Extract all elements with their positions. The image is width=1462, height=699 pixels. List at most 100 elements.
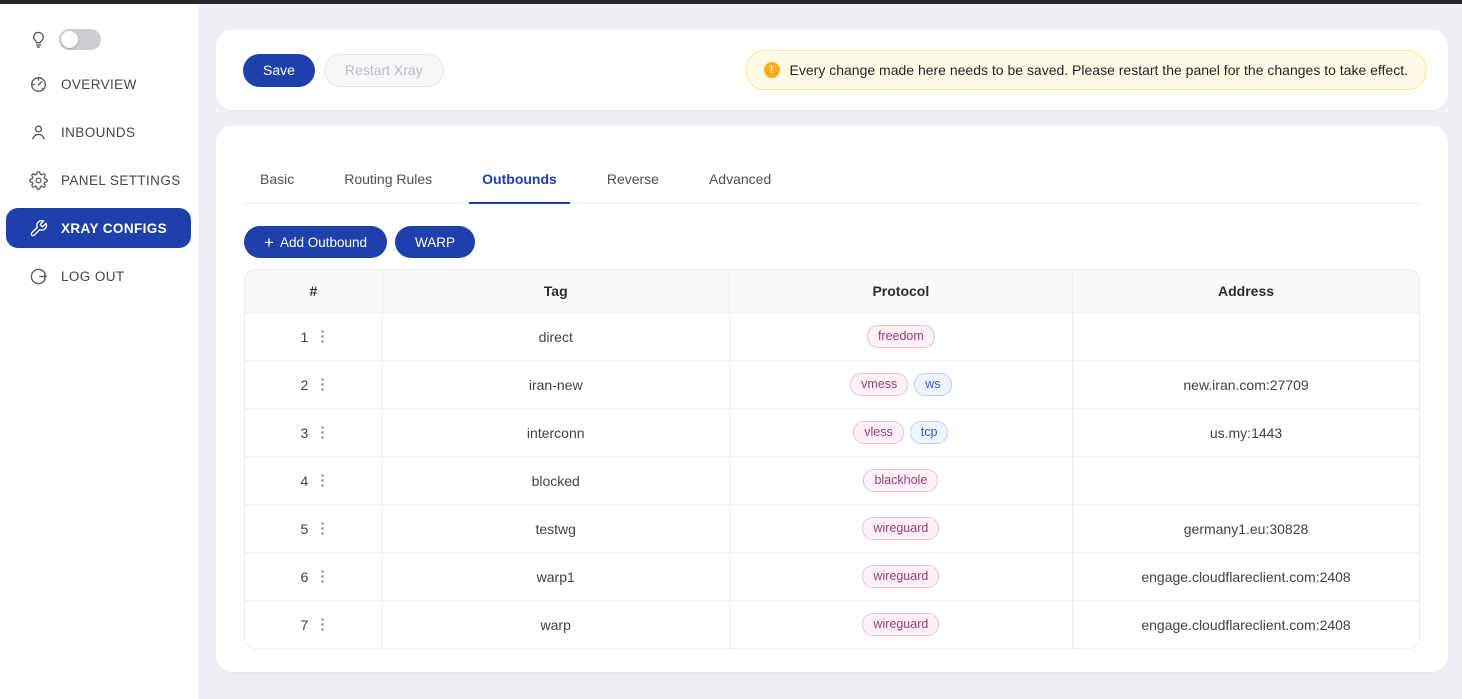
table-row: 7 warp wireguard engage.cloudflareclient.co… — [244, 601, 1420, 649]
logout-icon — [29, 267, 48, 286]
lightbulb-icon — [29, 30, 48, 49]
row-number-cell: 3 — [244, 409, 383, 457]
sidebar-item-inbounds[interactable]: INBOUNDS — [6, 112, 191, 152]
protocol-badge: vmess — [850, 373, 908, 396]
sidebar: OVERVIEW INBOUNDS PANEL SETTINGS XRAY CONFI… — [0, 0, 199, 699]
column-header-protocol: Protocol — [730, 269, 1073, 313]
tab-basic[interactable]: Basic — [247, 158, 307, 204]
actions-row: + Add Outbound WARP — [244, 226, 1420, 258]
drag-handle-icon[interactable] — [319, 568, 326, 585]
sidebar-item-label: OVERVIEW — [61, 77, 137, 92]
toggle-knob — [61, 31, 78, 48]
table-row: 6 warp1 wireguard engage.cloudflareclient.c… — [244, 553, 1420, 601]
row-number-cell: 1 — [244, 313, 383, 361]
config-card: Basic Routing Rules Outbounds Reverse Advanc… — [216, 126, 1448, 672]
screen: OVERVIEW INBOUNDS PANEL SETTINGS XRAY CONFI… — [0, 0, 1462, 699]
protocol-badge: vless — [853, 421, 903, 444]
protocol-cell: wireguard — [730, 505, 1073, 553]
row-number-cell: 2 — [244, 361, 383, 409]
wrench-icon — [29, 219, 48, 238]
column-header-tag: Tag — [383, 269, 730, 313]
warning-alert: ! Every change made here needs to be sav… — [746, 50, 1426, 90]
tag-cell: warp — [383, 601, 730, 649]
row-number-cell: 7 — [244, 601, 383, 649]
protocol-cell: freedom — [730, 313, 1073, 361]
address-cell: new.iran.com:27709 — [1073, 361, 1420, 409]
protocol-badge: blackhole — [863, 469, 938, 492]
alert-text: Every change made here needs to be saved… — [790, 62, 1408, 78]
protocol-cell: vless tcp — [730, 409, 1073, 457]
table-row: 3interconn vless tcp us.my:1443 — [244, 409, 1420, 457]
save-button[interactable]: Save — [243, 54, 315, 87]
warning-icon: ! — [764, 62, 780, 78]
protocol-badge: wireguard — [862, 517, 939, 540]
protocol-cell: wireguard — [730, 601, 1073, 649]
sidebar-item-label: XRAY CONFIGS — [61, 221, 167, 236]
protocol-badge: wireguard — [862, 565, 939, 588]
tag-cell: warp1 — [383, 553, 730, 601]
drag-handle-icon[interactable] — [319, 520, 326, 537]
user-icon — [29, 123, 48, 142]
warp-button[interactable]: WARP — [395, 226, 475, 258]
restart-xray-button[interactable]: Restart Xray — [324, 54, 444, 87]
table-row: 1 directfreedom — [244, 313, 1420, 361]
dark-mode-toggle[interactable] — [59, 29, 101, 50]
row-number: 1 — [300, 329, 308, 345]
dashboard-icon — [29, 75, 48, 94]
sidebar-item-xray-configs[interactable]: XRAY CONFIGS — [6, 208, 191, 248]
protocol-cell: vmessws — [730, 361, 1073, 409]
column-header-num: # — [244, 269, 383, 313]
protocol-cell: blackhole — [730, 457, 1073, 505]
plus-icon: + — [264, 234, 274, 251]
sidebar-item-log-out[interactable]: LOG OUT — [6, 256, 191, 296]
sidebar-item-label: PANEL SETTINGS — [61, 173, 181, 188]
tabs-bar: Basic Routing Rules Outbounds Reverse Advanc… — [244, 158, 1420, 204]
tag-cell: direct — [383, 313, 730, 361]
sidebar-item-panel-settings[interactable]: PANEL SETTINGS — [6, 160, 191, 200]
row-number: 6 — [300, 569, 308, 585]
table-row: 4 blocked blackhole — [244, 457, 1420, 505]
address-cell — [1073, 313, 1420, 361]
row-number-cell: 5 — [244, 505, 383, 553]
tag-cell: blocked — [383, 457, 730, 505]
add-outbound-label: Add Outbound — [280, 235, 367, 250]
table-header-row: #TagProtocolAddress — [244, 269, 1420, 313]
address-cell: us.my:1443 — [1073, 409, 1420, 457]
protocol-badge: ws — [914, 373, 951, 396]
row-number: 4 — [300, 473, 308, 489]
address-cell: germany1.eu:30828 — [1073, 505, 1420, 553]
theme-toggle-row — [0, 0, 199, 56]
address-cell: engage.cloudflareclient.com:2408 — [1073, 553, 1420, 601]
table-head: #TagProtocolAddress — [244, 269, 1420, 313]
tab-routing-rules[interactable]: Routing Rules — [331, 158, 445, 204]
drag-handle-icon[interactable] — [319, 328, 326, 345]
row-number: 7 — [300, 617, 308, 633]
drag-handle-icon[interactable] — [319, 616, 326, 633]
tab-outbounds[interactable]: Outbounds — [469, 158, 570, 204]
add-outbound-button[interactable]: + Add Outbound — [244, 226, 387, 258]
tab-reverse[interactable]: Reverse — [594, 158, 672, 204]
address-cell — [1073, 457, 1420, 505]
row-number: 5 — [300, 521, 308, 537]
row-number-cell: 6 — [244, 553, 383, 601]
table-body: 1directfreedom2iran-newvmesswsnew.iran.c… — [244, 313, 1420, 649]
sidebar-item-label: LOG OUT — [61, 269, 125, 284]
drag-handle-icon[interactable] — [319, 376, 326, 393]
tab-advanced[interactable]: Advanced — [696, 158, 784, 204]
drag-handle-icon[interactable] — [319, 472, 326, 489]
gear-icon — [29, 171, 48, 190]
outbounds-table: #TagProtocolAddress 1directfreedom2iran-… — [244, 269, 1420, 649]
tag-cell: interconn — [383, 409, 730, 457]
protocol-badge: wireguard — [862, 613, 939, 636]
row-number-cell: 4 — [244, 457, 383, 505]
address-cell: engage.cloudflareclient.com:2408 — [1073, 601, 1420, 649]
toolbar-card: Save Restart Xray ! Every change made he… — [216, 30, 1448, 110]
protocol-badge: tcp — [910, 421, 949, 444]
row-number: 2 — [300, 377, 308, 393]
sidebar-menu: OVERVIEW INBOUNDS PANEL SETTINGS XRAY CONFI… — [0, 64, 199, 296]
sidebar-item-overview[interactable]: OVERVIEW — [6, 64, 191, 104]
tag-cell: testwg — [383, 505, 730, 553]
table-row: 2iran-newvmesswsnew.iran.com:27709 — [244, 361, 1420, 409]
table-row: 5 testwg wireguard germany1.eu:30828 — [244, 505, 1420, 553]
drag-handle-icon[interactable] — [319, 424, 326, 441]
